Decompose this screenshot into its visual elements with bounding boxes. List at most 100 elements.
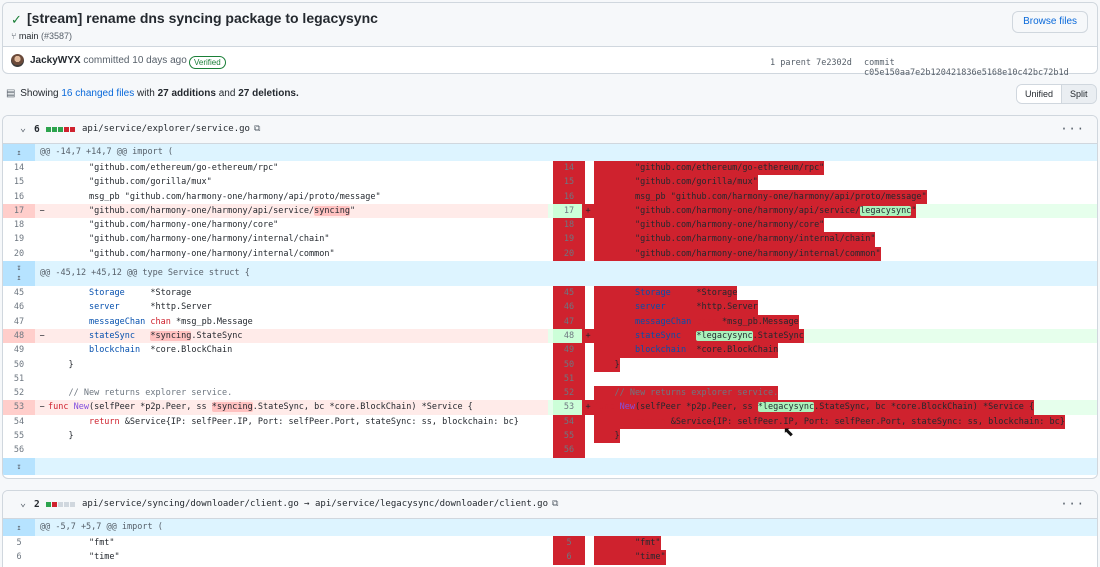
expand-down-icon[interactable]: ↧ xyxy=(3,457,35,475)
line-number[interactable]: 20 xyxy=(3,247,35,261)
line-number[interactable]: 6 xyxy=(3,550,35,564)
line-number[interactable]: 48 xyxy=(553,328,585,344)
deletion-marker: − xyxy=(39,330,45,341)
line-number[interactable]: 16 xyxy=(553,189,585,204)
hunk-text: @@ -5,7 +5,7 @@ import ( xyxy=(40,522,163,532)
line-number[interactable]: 45 xyxy=(3,286,35,300)
line-number[interactable]: 45 xyxy=(553,286,585,301)
expand-both-icon[interactable]: ↧ ↥ xyxy=(3,261,35,287)
deletions-count: 27 deletions. xyxy=(238,88,299,99)
line-number[interactable]: 19 xyxy=(553,232,585,247)
file-path-text[interactable]: api/service/syncing/downloader/client.go… xyxy=(82,499,548,509)
hunk-header: ↥ @@ -5,7 +5,7 @@ import ( xyxy=(3,519,1097,536)
code-right: msg_pb "github.com/harmony-one/harmony/a… xyxy=(594,189,927,204)
chevron-down-icon[interactable]: ⌄ xyxy=(20,498,26,509)
diff-row: 14 "github.com/ethereum/go-ethereum/rpc"… xyxy=(3,161,1097,176)
parent-sha[interactable]: 7e2302d xyxy=(816,58,852,68)
more-options-icon[interactable]: ··· xyxy=(1060,122,1085,136)
line-number[interactable]: 16 xyxy=(3,190,35,204)
file-path-text[interactable]: api/service/explorer/service.go xyxy=(82,124,250,134)
line-number[interactable]: 5 xyxy=(3,536,35,550)
additions-count: 27 additions xyxy=(157,88,216,99)
code-left: Storage *Storage xyxy=(88,288,192,299)
line-number[interactable]: 54 xyxy=(3,415,35,429)
split-button[interactable]: Split xyxy=(1061,85,1096,103)
code-right: "github.com/harmony-one/harmony/internal… xyxy=(594,232,876,247)
commit-meta: JackyWYX committed 10 days ago Verified … xyxy=(3,48,1097,78)
branch-icon: ⑂ xyxy=(11,31,17,41)
file-header: ⌄ 2 api/service/syncing/downloader/clien… xyxy=(3,491,1097,519)
more-options-icon[interactable]: ··· xyxy=(1060,497,1085,511)
file-diff: ⌄ 2 api/service/syncing/downloader/clien… xyxy=(2,490,1098,567)
pr-number[interactable]: (#3587) xyxy=(41,31,72,41)
line-number[interactable]: 54 xyxy=(553,414,585,430)
line-number[interactable]: 52 xyxy=(3,386,35,400)
line-number[interactable]: 17 xyxy=(3,203,35,219)
line-number[interactable]: 53 xyxy=(553,400,585,415)
code-left: "github.com/gorilla/mux" xyxy=(88,177,212,188)
line-number[interactable]: 18 xyxy=(3,218,35,232)
line-number[interactable]: 15 xyxy=(553,175,585,190)
hunk-header: ↥ @@ -14,7 +14,7 @@ import ( xyxy=(3,144,1097,161)
line-number[interactable]: 55 xyxy=(553,429,585,444)
line-number[interactable]: 55 xyxy=(3,429,35,443)
line-number[interactable]: 15 xyxy=(3,175,35,189)
line-number[interactable]: 6 xyxy=(553,550,585,565)
avatar[interactable] xyxy=(11,54,24,67)
code-left: blockchain *core.BlockChain xyxy=(88,345,233,356)
line-number[interactable]: 53 xyxy=(3,400,35,415)
unified-button[interactable]: Unified xyxy=(1017,85,1062,103)
line-number[interactable]: 47 xyxy=(553,314,585,329)
diff-row: 20 "github.com/harmony-one/harmony/inter… xyxy=(3,246,1097,262)
diff-row: 19 "github.com/harmony-one/harmony/inter… xyxy=(3,232,1097,247)
commit-time: committed 10 days ago xyxy=(83,55,187,66)
chevron-down-icon[interactable]: ⌄ xyxy=(20,123,26,134)
line-number[interactable]: 50 xyxy=(3,358,35,372)
browse-files-button[interactable]: Browse files xyxy=(1012,11,1088,33)
line-number[interactable]: 14 xyxy=(3,161,35,175)
line-number[interactable]: 56 xyxy=(553,443,585,458)
code-right: Storage *Storage xyxy=(594,286,738,301)
line-number[interactable]: 46 xyxy=(3,300,35,314)
line-number[interactable]: 18 xyxy=(553,218,585,233)
addition-marker: + xyxy=(582,203,594,219)
line-number[interactable]: 17 xyxy=(553,203,585,219)
branch-name[interactable]: main xyxy=(19,31,39,41)
expand-up-icon[interactable]: ↥ xyxy=(3,144,35,161)
line-number[interactable]: 51 xyxy=(553,371,585,387)
code-right: return &Service{IP: selfPeer.IP, Port: s… xyxy=(594,414,1065,430)
expand-up-icon[interactable]: ↥ xyxy=(3,519,35,536)
code-right: "github.com/harmony-one/harmony/core" xyxy=(594,218,825,233)
line-number[interactable]: 49 xyxy=(3,343,35,357)
parent-info: 1 parent 7e2302d xyxy=(770,58,852,68)
code-right: messageChan chan *msg_pb.Message xyxy=(594,314,799,329)
code-left: "github.com/ethereum/go-ethereum/rpc" xyxy=(88,163,279,173)
code-right: stateSync *legacysync.StateSync xyxy=(594,328,804,344)
changed-files-link[interactable]: 16 changed files xyxy=(61,88,134,99)
copy-icon[interactable]: ⧉ xyxy=(254,124,260,134)
copy-icon[interactable]: ⧉ xyxy=(552,499,558,509)
code-left: // New returns explorer service. xyxy=(68,388,233,399)
verified-badge[interactable]: Verified xyxy=(189,56,226,69)
mouse-cursor-icon: ⬉ xyxy=(783,424,794,439)
branch-row: ⑂ main (#3587) xyxy=(11,31,72,41)
line-number[interactable]: 46 xyxy=(553,300,585,315)
line-number[interactable]: 51 xyxy=(3,372,35,386)
line-number[interactable]: 49 xyxy=(553,343,585,358)
diff-row: 6 "time" 6 "time" xyxy=(3,550,1097,565)
hunk-footer: ↧ xyxy=(3,457,1097,475)
diff-row: 54 return &Service{IP: selfPeer.IP, Port… xyxy=(3,414,1097,430)
commit-header: ✓ [stream] rename dns syncing package to… xyxy=(3,3,1097,47)
line-number[interactable]: 52 xyxy=(553,386,585,401)
line-number[interactable]: 56 xyxy=(3,443,35,457)
line-number[interactable]: 48 xyxy=(3,328,35,344)
deletion-marker: − xyxy=(39,205,45,216)
line-number[interactable]: 50 xyxy=(553,357,585,372)
line-number[interactable]: 19 xyxy=(3,232,35,246)
author-name[interactable]: JackyWYX xyxy=(30,55,81,66)
code-right: } xyxy=(594,429,620,444)
line-number[interactable]: 20 xyxy=(553,246,585,262)
line-number[interactable]: 14 xyxy=(553,161,585,176)
line-number[interactable]: 5 xyxy=(553,536,585,551)
line-number[interactable]: 47 xyxy=(3,315,35,329)
